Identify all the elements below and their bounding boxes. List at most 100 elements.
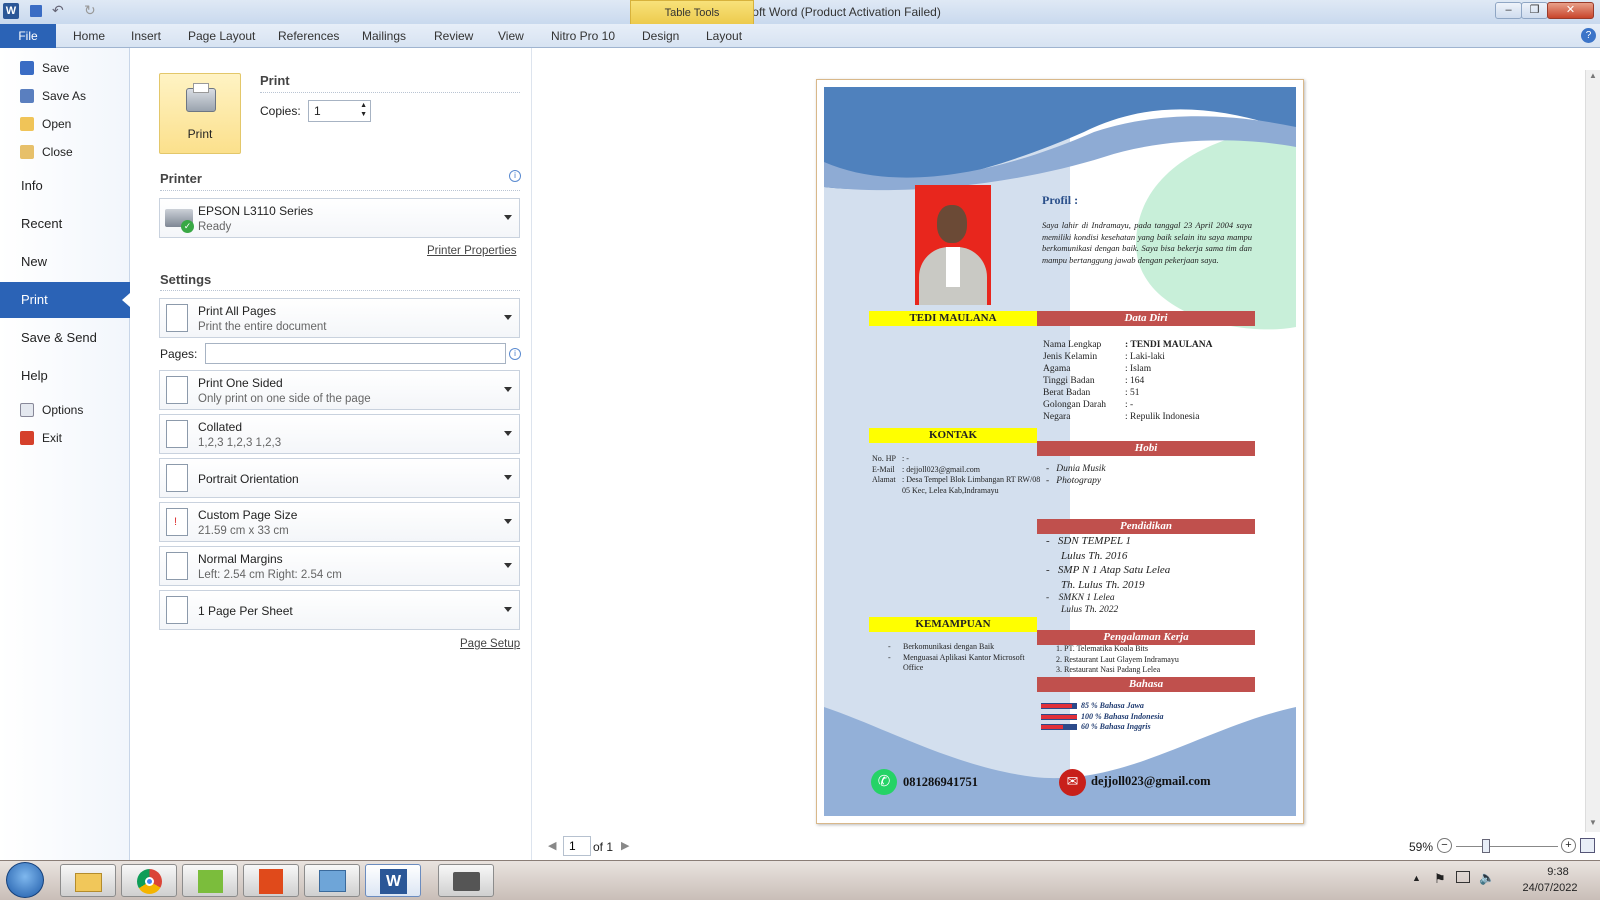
save-icon	[20, 61, 34, 75]
tab-design[interactable]: Design	[642, 29, 679, 43]
nav-save-send[interactable]: Save & Send	[0, 320, 130, 356]
preview-scrollbar[interactable]: ▲ ▼	[1585, 70, 1600, 832]
tab-insert[interactable]: Insert	[131, 29, 161, 43]
clock-date[interactable]: 24/07/2022	[1510, 882, 1590, 894]
data-key: Berat Badan	[1043, 388, 1091, 398]
taskbar-chrome[interactable]	[121, 864, 177, 897]
profile-photo	[915, 185, 991, 305]
page-setup-link[interactable]: Page Setup	[460, 638, 520, 650]
spin-up-icon[interactable]: ▲	[360, 102, 367, 109]
nav-print[interactable]: Print	[0, 282, 130, 318]
start-button[interactable]	[6, 862, 44, 898]
maximize-button[interactable]: ❐	[1521, 2, 1548, 19]
printer-properties-link[interactable]: Printer Properties	[427, 245, 516, 257]
pendidikan-item: - SMP N 1 Atap Satu Lelea	[1046, 564, 1171, 576]
tab-review[interactable]: Review	[434, 29, 473, 43]
tab-layout[interactable]: Layout	[706, 29, 742, 43]
email-icon: ✉	[1059, 769, 1086, 796]
nav-open[interactable]: Open	[0, 111, 130, 137]
network-icon[interactable]	[1456, 871, 1470, 883]
next-page-icon[interactable]: ▶	[621, 839, 629, 852]
hobi-item: - Dunia Musik	[1046, 464, 1106, 474]
kontak-key: Alamat	[872, 475, 896, 484]
pages-input[interactable]	[205, 343, 506, 364]
taskbar-nitro[interactable]	[243, 864, 299, 897]
setting-title: Portrait Orientation	[198, 472, 299, 486]
taskbar-control-panel[interactable]	[304, 864, 360, 897]
print-button[interactable]: Print	[159, 73, 241, 154]
tab-references[interactable]: References	[278, 29, 339, 43]
data-diri-row: Jenis Kelamin: Laki-laki	[1043, 351, 1263, 363]
orientation-dropdown[interactable]: Portrait Orientation	[159, 458, 520, 498]
help-icon[interactable]: ?	[1581, 28, 1596, 43]
printer-dropdown[interactable]: ✓ EPSON L3110 Series Ready	[159, 198, 520, 238]
nav-new[interactable]: New	[0, 244, 130, 280]
show-hidden-icons[interactable]: ▲	[1412, 873, 1421, 883]
nav-save-as[interactable]: Save As	[0, 83, 130, 109]
info-icon[interactable]: i	[509, 170, 521, 182]
open-folder-icon	[20, 117, 34, 131]
zoom-out-icon[interactable]: −	[1437, 838, 1452, 853]
tab-view[interactable]: View	[498, 29, 524, 43]
nav-info[interactable]: Info	[0, 168, 130, 204]
scroll-down-icon[interactable]: ▼	[1587, 818, 1599, 830]
nav-save[interactable]: Save	[0, 55, 130, 81]
zoom-to-page-icon[interactable]	[1580, 838, 1595, 853]
bahasa-level-bar	[1041, 713, 1077, 720]
hobi-text: Dunia Musik	[1056, 464, 1106, 474]
hobi-title: Hobi	[1037, 441, 1255, 456]
print-range-dropdown[interactable]: Print All Pages Print the entire document	[159, 298, 520, 338]
margins-dropdown[interactable]: Normal Margins Left: 2.54 cm Right: 2.54 …	[159, 546, 520, 586]
data-value: : Repulik Indonesia	[1125, 412, 1200, 422]
tab-nitro-pro[interactable]: Nitro Pro 10	[551, 29, 615, 43]
tab-mailings[interactable]: Mailings	[362, 29, 406, 43]
info-icon[interactable]: i	[509, 348, 521, 360]
taskbar-word[interactable]: W	[365, 864, 421, 897]
bahasa-level-fill	[1041, 704, 1072, 709]
spin-down-icon[interactable]: ▼	[360, 111, 367, 118]
flag-icon[interactable]: ⚑	[1434, 871, 1446, 887]
prev-page-icon[interactable]: ◀	[548, 839, 556, 852]
bahasa-row: 100 % Bahasa Indonesia	[1041, 712, 1163, 723]
pages-label: Pages:	[160, 347, 198, 361]
scroll-up-icon[interactable]: ▲	[1587, 71, 1599, 83]
copies-spinner[interactable]: 1 ▲ ▼	[308, 100, 371, 122]
chevron-down-icon	[504, 563, 512, 568]
zoom-in-icon[interactable]: +	[1561, 838, 1576, 853]
nav-help[interactable]: Help	[0, 358, 130, 394]
page-size-dropdown[interactable]: ! Custom Page Size 21.59 cm x 33 cm	[159, 502, 520, 542]
zoom-slider-thumb[interactable]	[1482, 839, 1491, 853]
setting-subtitle: 1,2,3 1,2,3 1,2,3	[198, 437, 282, 449]
data-key: Golongan Darah	[1043, 400, 1107, 410]
pages-per-sheet-dropdown[interactable]: 1 Page Per Sheet	[159, 590, 520, 630]
tab-page-layout[interactable]: Page Layout	[188, 29, 255, 43]
bahasa-title: Bahasa	[1037, 677, 1255, 692]
nav-options[interactable]: Options	[0, 397, 130, 423]
sides-dropdown[interactable]: Print One Sided Only print on one side of…	[159, 370, 520, 410]
kontak-value: : Desa Tempel Blok Limbangan RT RW/08 05…	[902, 475, 1041, 495]
page-number-input[interactable]	[563, 836, 591, 856]
taskbar-explorer[interactable]	[60, 864, 116, 897]
page-count-label: of 1	[593, 840, 614, 854]
taskbar-app-green[interactable]	[182, 864, 238, 897]
data-diri-title: Data Diri	[1037, 311, 1255, 326]
minimize-button[interactable]: –	[1495, 2, 1522, 19]
data-diri-row: Golongan Darah: -	[1043, 399, 1263, 411]
nav-exit[interactable]: Exit	[0, 425, 130, 451]
close-button[interactable]: ✕	[1547, 2, 1594, 19]
clock-time[interactable]: 9:38	[1528, 866, 1588, 878]
tab-home[interactable]: Home	[73, 29, 105, 43]
setting-title: Collated	[198, 420, 243, 434]
zoom-slider-track[interactable]	[1456, 846, 1558, 847]
kemampuan-item: - Menguasai Aplikasi Kantor Microsoft Off…	[888, 653, 1028, 674]
kemampuan-title: KEMAMPUAN	[869, 617, 1037, 632]
title-bar: W ↶ ↻ CV TEDI - Microsoft Word (Product …	[0, 0, 1600, 24]
school-year: Lulus Th. 2022	[1061, 605, 1119, 615]
collate-dropdown[interactable]: Collated 1,2,3 1,2,3 1,2,3	[159, 414, 520, 454]
nav-recent[interactable]: Recent	[0, 206, 130, 242]
nav-close[interactable]: Close	[0, 139, 130, 165]
file-tab[interactable]: File	[0, 24, 56, 48]
taskbar-printer[interactable]	[438, 864, 494, 897]
volume-icon[interactable]: 🔈	[1479, 870, 1495, 886]
print-heading: Print	[260, 73, 290, 88]
